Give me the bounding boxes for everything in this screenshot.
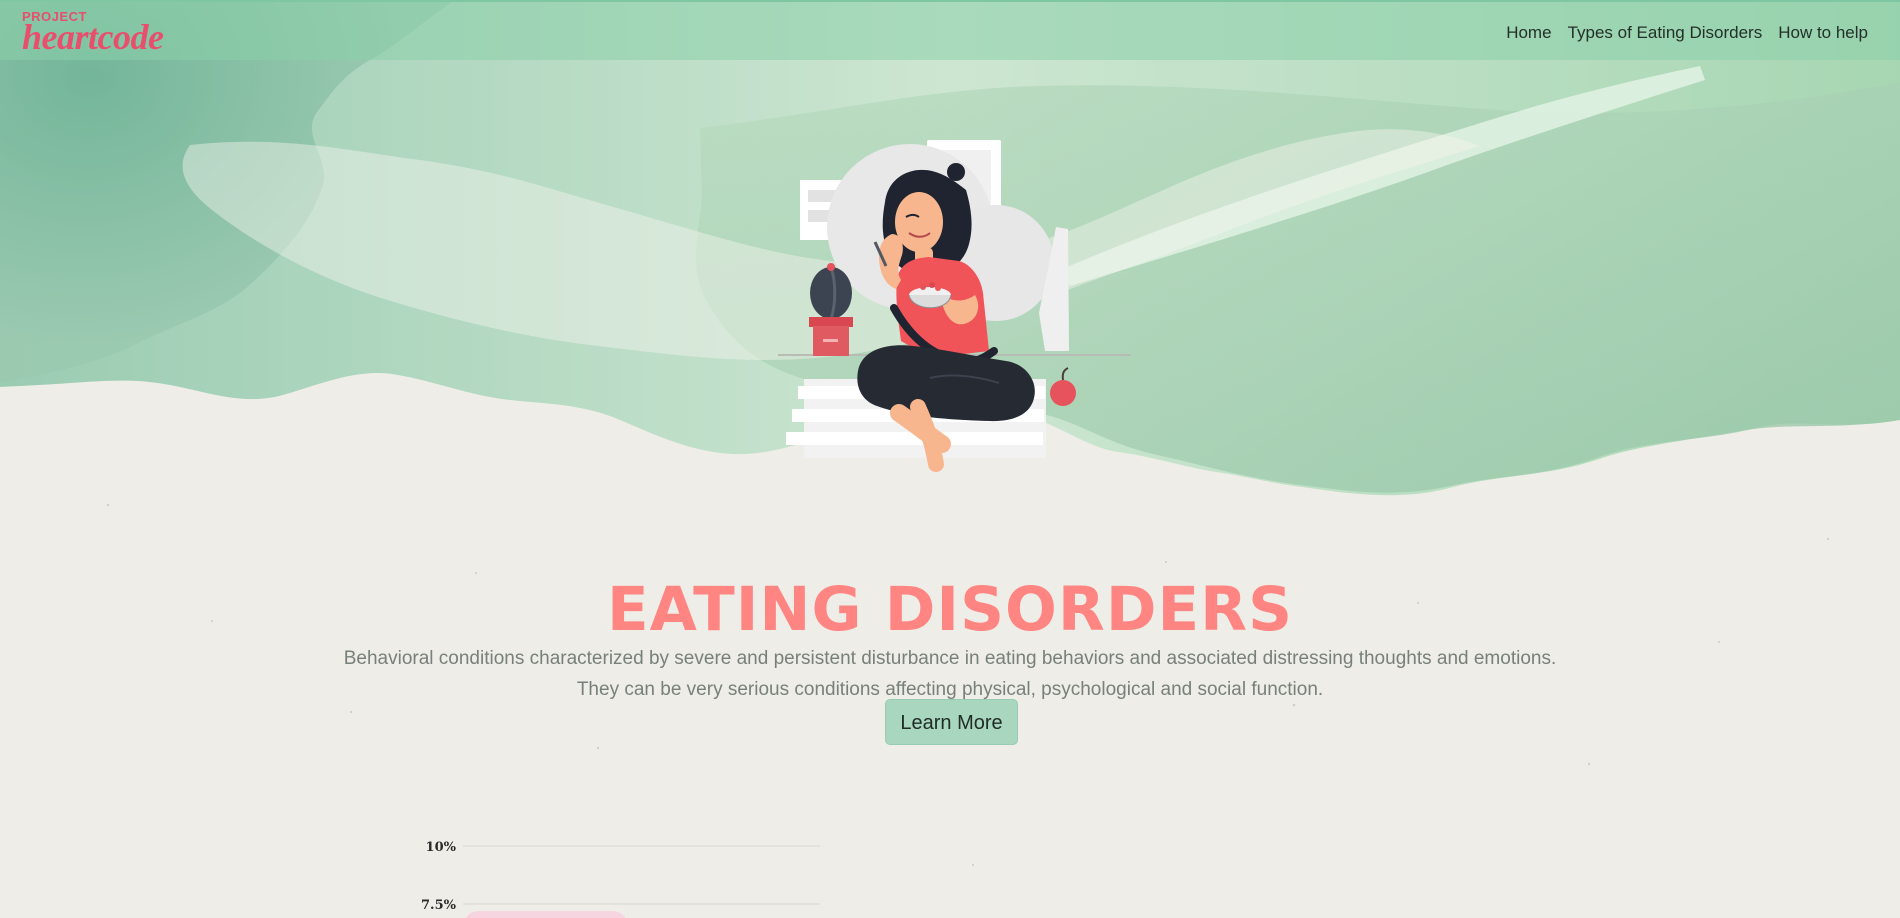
top-navbar: PROJECT heartcode Home Types of Eating D…: [0, 0, 1900, 60]
chart-y-tick-label: 10%: [426, 840, 457, 855]
nav-how-to-help-link[interactable]: How to help: [1778, 23, 1868, 43]
chart-bar: [464, 910, 627, 918]
logo-heartcode-text: heartcode: [22, 17, 164, 57]
main-navigation: Home Types of Eating Disorders How to he…: [1506, 23, 1868, 43]
woman-eating-bowl-illustration: [778, 140, 1131, 472]
page-title: EATING DISORDERS: [606, 573, 1294, 645]
learn-more-button[interactable]: Learn More: [885, 699, 1018, 745]
nav-home-link[interactable]: Home: [1506, 23, 1551, 43]
eating-disorder-chart-preview: 10% 7.5%: [0, 820, 1900, 918]
project-heartcode-logo[interactable]: PROJECT heartcode: [22, 10, 182, 58]
chart-y-tick-label: 7.5%: [421, 898, 457, 913]
nav-types-of-eating-disorders-link[interactable]: Types of Eating Disorders: [1568, 23, 1763, 43]
hero-description-line-1: Behavioral conditions characterized by s…: [343, 648, 1557, 669]
page: PROJECT heartcode Home Types of Eating D…: [0, 0, 1900, 918]
chart-svg: 10% 7.5%: [421, 840, 820, 918]
hero-description: Behavioral conditions characterized by s…: [0, 643, 1900, 705]
